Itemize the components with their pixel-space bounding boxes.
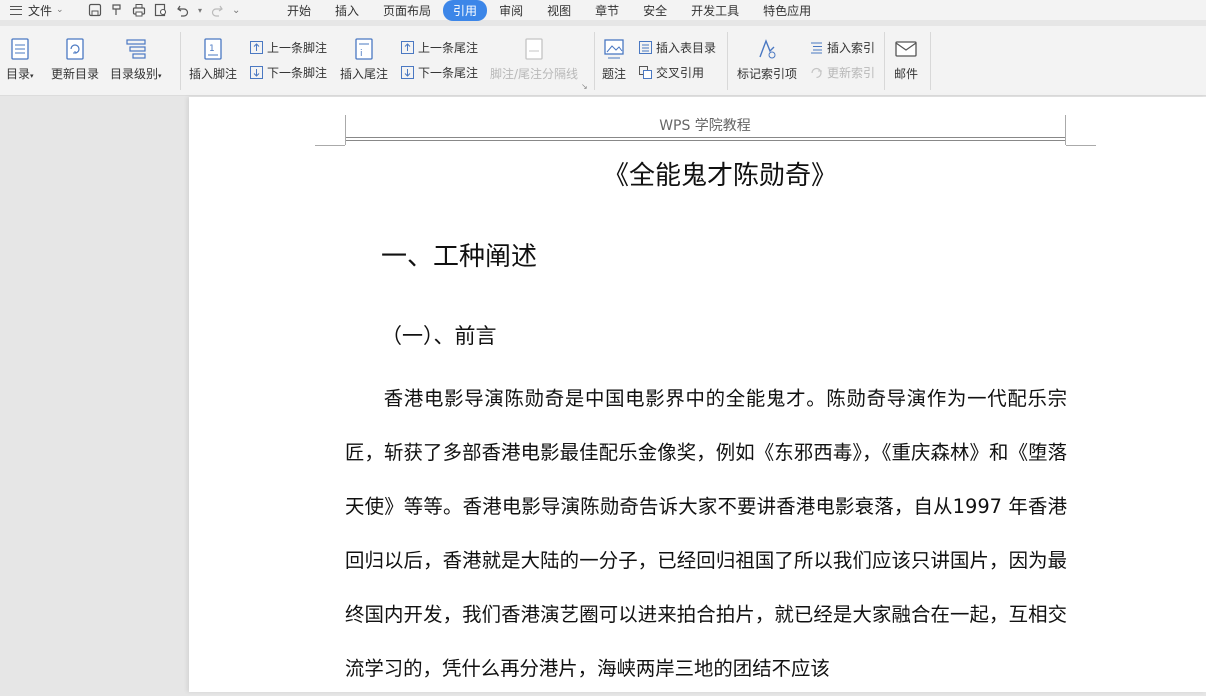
caption-label: 题注 <box>602 67 627 81</box>
insert-footnote-icon: 1 <box>201 36 225 62</box>
heading-1[interactable]: 一、工种阐述 <box>381 236 537 273</box>
caption-icon <box>602 36 626 62</box>
hamburger-icon <box>10 5 22 15</box>
svg-text:i: i <box>360 49 363 59</box>
print-preview-icon[interactable] <box>154 3 168 17</box>
undo-icon[interactable] <box>176 3 190 17</box>
ribbon-separator <box>727 32 728 90</box>
header-divider <box>345 137 1066 138</box>
update-index-label: 更新索引 <box>827 65 876 80</box>
tab-chapter[interactable]: 章节 <box>583 0 631 21</box>
next-footnote-icon <box>248 64 264 80</box>
page-header-text[interactable]: WPS 学院教程 <box>345 115 1065 135</box>
tab-home[interactable]: 开始 <box>275 0 323 21</box>
note-separator-button: 脚注/尾注分隔线 <box>490 26 578 82</box>
tab-insert[interactable]: 插入 <box>323 0 371 21</box>
insert-footnote-button[interactable]: 1 插入脚注 <box>189 26 237 82</box>
menu-bar: 文件 ⌄ ▾ ⌄ 开始 插入 页面布局 引用 审阅 视图 章节 安全 开发工具 … <box>0 0 1206 21</box>
ribbon-separator <box>930 32 931 90</box>
next-footnote-label: 下一条脚注 <box>267 65 328 80</box>
redo-icon <box>210 3 224 17</box>
ribbon-tabs: 开始 插入 页面布局 引用 审阅 视图 章节 安全 开发工具 特色应用 <box>275 0 823 21</box>
insert-endnote-button[interactable]: i 插入尾注 <box>340 26 388 82</box>
insert-index-icon <box>808 39 824 55</box>
cross-reference-label: 交叉引用 <box>656 65 705 80</box>
insert-index-label: 插入索引 <box>827 40 876 55</box>
footnote-dialog-launcher-icon[interactable]: ↘ <box>581 82 588 91</box>
update-toc-button[interactable]: 更新目录 <box>51 26 99 82</box>
insert-table-of-figures-label: 插入表目录 <box>656 40 717 55</box>
insert-endnote-label: 插入尾注 <box>340 67 389 81</box>
ribbon-references: 目录▾ 更新目录 目录级别▾ 1 插入脚注 上一条脚注 下一条脚注 i 插入尾注… <box>0 26 1206 96</box>
customize-toolbar-icon[interactable]: ⌄ <box>232 5 240 16</box>
crop-mark <box>1066 145 1096 146</box>
tab-references[interactable]: 引用 <box>443 0 488 21</box>
file-menu-label: 文件 <box>28 3 53 18</box>
header-divider <box>345 140 1066 141</box>
heading-2[interactable]: （一）、前言 <box>381 320 497 350</box>
toc-level-icon <box>124 36 148 62</box>
toc-dropdown-icon: ▾ <box>30 72 34 80</box>
mail-button[interactable]: 邮件 <box>894 26 918 82</box>
insert-index-button[interactable]: 插入索引 <box>808 38 875 56</box>
prev-endnote-label: 上一条尾注 <box>418 40 479 55</box>
ribbon-separator <box>180 32 181 90</box>
prev-footnote-label: 上一条脚注 <box>267 40 328 55</box>
ribbon-separator <box>594 32 595 90</box>
insert-footnote-label: 插入脚注 <box>189 67 238 81</box>
note-separator-label: 脚注/尾注分隔线 <box>490 67 579 81</box>
update-index-icon <box>808 64 824 80</box>
mark-index-entry-button[interactable]: 标记索引项 <box>737 26 797 82</box>
svg-text:1: 1 <box>209 44 215 54</box>
insert-table-of-figures-button[interactable]: 插入表目录 <box>637 38 716 56</box>
tab-developer[interactable]: 开发工具 <box>679 0 751 21</box>
format-painter-icon[interactable] <box>110 3 124 17</box>
toc-button[interactable]: 目录▾ <box>6 26 34 82</box>
tab-view[interactable]: 视图 <box>535 0 583 21</box>
next-footnote-button[interactable]: 下一条脚注 <box>248 63 327 81</box>
ribbon-separator <box>884 32 885 90</box>
undo-dropdown-icon[interactable]: ▾ <box>198 6 202 15</box>
crop-mark <box>345 115 346 145</box>
tab-security[interactable]: 安全 <box>631 0 679 21</box>
crop-mark <box>315 145 345 146</box>
toc-level-label: 目录级别 <box>110 67 159 81</box>
mark-index-icon <box>755 36 779 62</box>
tab-page-layout[interactable]: 页面布局 <box>371 0 443 21</box>
insert-endnote-icon: i <box>352 36 376 62</box>
cross-reference-button[interactable]: 交叉引用 <box>637 63 704 81</box>
tab-review[interactable]: 审阅 <box>487 0 535 21</box>
update-toc-label: 更新目录 <box>51 67 100 81</box>
crop-mark <box>1065 115 1066 145</box>
chevron-down-icon: ⌄ <box>56 5 64 15</box>
caption-button[interactable]: 题注 <box>602 26 626 82</box>
mail-icon <box>894 36 918 62</box>
file-menu[interactable]: 文件 ⌄ <box>0 2 80 19</box>
toc-icon <box>8 36 32 62</box>
prev-footnote-button[interactable]: 上一条脚注 <box>248 38 327 56</box>
body-paragraph[interactable]: 香港电影导演陈勋奇是中国电影界中的全能鬼才。陈勋奇导演作为一代配乐宗匠，斩获了多… <box>345 372 1067 696</box>
update-toc-icon <box>63 36 87 62</box>
mail-label: 邮件 <box>894 67 919 81</box>
toc-label: 目录 <box>6 67 31 81</box>
tab-special-apps[interactable]: 特色应用 <box>751 0 823 21</box>
cross-reference-icon <box>637 64 653 80</box>
print-icon[interactable] <box>132 3 146 17</box>
next-endnote-button[interactable]: 下一条尾注 <box>399 63 478 81</box>
mark-index-entry-label: 标记索引项 <box>737 67 798 81</box>
save-icon[interactable] <box>88 3 102 17</box>
note-separator-icon <box>522 36 546 62</box>
prev-endnote-button[interactable]: 上一条尾注 <box>399 38 478 56</box>
update-index-button: 更新索引 <box>808 63 875 81</box>
prev-footnote-icon <box>248 39 264 55</box>
prev-endnote-icon <box>399 39 415 55</box>
toc-level-button[interactable]: 目录级别▾ <box>110 26 162 82</box>
table-of-figures-icon <box>637 39 653 55</box>
quick-access-toolbar: ▾ ⌄ <box>80 3 275 17</box>
next-endnote-icon <box>399 64 415 80</box>
toc-level-dropdown-icon: ▾ <box>158 72 162 80</box>
document-title[interactable]: 《全能鬼才陈勋奇》 <box>345 155 1095 192</box>
next-endnote-label: 下一条尾注 <box>418 65 479 80</box>
